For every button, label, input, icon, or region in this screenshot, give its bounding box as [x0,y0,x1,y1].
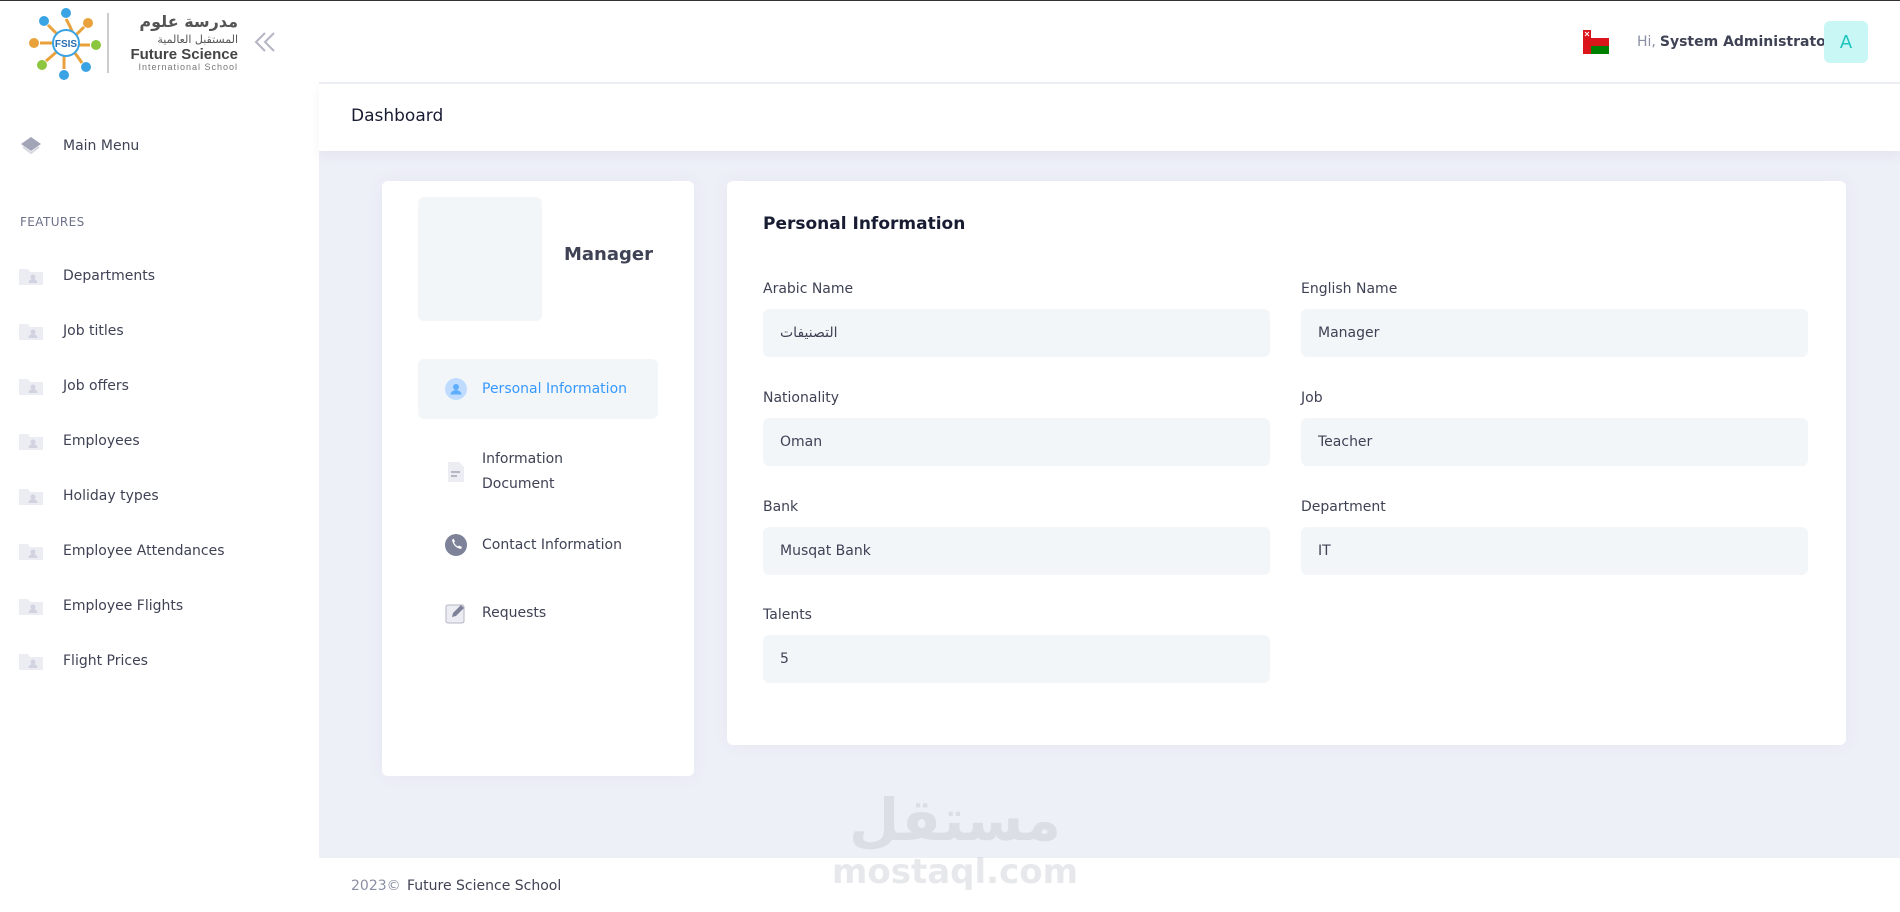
svg-text:المستقبل العالمية: المستقبل العالمية [157,33,238,46]
watermark: مستقل mostaql.com [830,780,1080,892]
profile-nav-contact-information[interactable]: Contact Information [418,521,658,569]
document-icon [444,460,468,484]
profile-nav-personal-information[interactable]: Personal Information [418,359,658,419]
svg-text:مدرسة علوم: مدرسة علوم [139,12,238,31]
page-title: Dashboard [351,106,444,126]
sidebar-item-job-offers[interactable]: Job offers [18,366,129,406]
personal-info-card: Personal Information Arabic Name التصنيف… [727,181,1846,745]
folder-user-icon [18,266,44,286]
profile-nav-label: Requests [482,604,547,621]
footer-link[interactable]: Future Science School [407,878,561,894]
user-name: System Administrator [1659,34,1833,50]
subheader: Dashboard [319,84,1900,151]
sidebar-item-main-menu[interactable]: Main Menu [18,126,139,166]
profile-name: Manager [564,244,653,265]
sidebar-item-label: Main Menu [63,138,140,154]
footer: 2023© Future Science School [319,858,1900,912]
phone-icon [444,533,468,557]
user-icon [444,377,468,401]
english-name-field[interactable]: Manager [1301,309,1808,357]
department-label: Department [1301,499,1386,515]
user-avatar[interactable]: A [1824,21,1868,63]
nationality-field[interactable]: Oman [763,418,1270,466]
bank-label: Bank [763,499,799,515]
svg-text:FSIS: FSIS [55,39,78,50]
footer-year: 2023© [351,878,401,894]
job-label: Job [1301,390,1323,406]
english-name-label: English Name [1301,281,1398,297]
sidebar-item-label: Job offers [63,378,129,394]
sidebar-item-flight-prices[interactable]: Flight Prices [18,641,148,681]
folder-user-icon [18,376,44,396]
arabic-name-field[interactable]: التصنيفات [763,309,1270,357]
topbar: Hi, System Administrator A [319,0,1900,83]
section-title-features: FEATURES [20,215,85,229]
svg-text:Future Science: Future Science [130,46,238,63]
profile-nav-label: Personal Information [482,380,628,397]
profile-card: Manager Personal Information Information… [382,181,694,776]
brand: FSIS مدرسة علوم المستقبل العالمية Future… [0,1,319,84]
edit-icon [444,601,468,625]
oman-flag-icon[interactable] [1583,30,1609,54]
sidebar-item-employee-flights[interactable]: Employee Flights [18,586,183,626]
sidebar-item-label: Departments [63,268,156,284]
profile-nav-information-document[interactable]: Information Document [418,441,658,503]
section-title: Personal Information [763,214,966,234]
user-greeting[interactable]: Hi, System Administrator [1637,34,1833,50]
svg-text:International School: International School [138,62,238,72]
bank-field[interactable]: Musqat Bank [763,527,1270,575]
watermark-text: mostaql.com [831,852,1079,892]
folder-user-icon [18,651,44,671]
layers-icon [18,136,44,156]
nationality-label: Nationality [763,390,840,406]
sidebar-item-label: Holiday types [63,488,159,504]
talents-field[interactable]: 5 [763,635,1270,683]
school-logo[interactable]: FSIS مدرسة علوم المستقبل العالمية Future… [28,5,242,81]
profile-nav-label: Contact Information [482,536,622,553]
sidebar-item-label: Employees [63,433,140,449]
svg-text:مستقل: مستقل [849,786,1061,852]
folder-user-icon [18,321,44,341]
folder-user-icon [18,541,44,561]
folder-user-icon [18,486,44,506]
sidebar-item-departments[interactable]: Departments [18,256,155,296]
sidebar-item-employees[interactable]: Employees [18,421,140,461]
profile-photo [418,197,542,321]
sidebar-item-label: Flight Prices [63,653,148,669]
sidebar-item-label: Employee Attendances [63,543,225,559]
sidebar-item-label: Employee Flights [63,598,184,614]
job-field[interactable]: Teacher [1301,418,1808,466]
sidebar-item-label: Job titles [63,323,124,339]
sidebar-item-job-titles[interactable]: Job titles [18,311,124,351]
sidebar-item-employee-attendances[interactable]: Employee Attendances [18,531,225,571]
collapse-sidebar-icon[interactable] [250,29,280,55]
department-field[interactable]: IT [1301,527,1808,575]
profile-nav-label: Information Document [482,451,564,492]
talents-label: Talents [763,607,812,623]
greeting-prefix: Hi, [1637,34,1656,50]
folder-user-icon [18,596,44,616]
watermark-logo: مستقل [849,786,1061,854]
profile-nav-requests[interactable]: Requests [418,589,658,637]
sidebar-item-holiday-types[interactable]: Holiday types [18,476,159,516]
folder-user-icon [18,431,44,451]
sidebar: FSIS مدرسة علوم المستقبل العالمية Future… [0,0,319,912]
arabic-name-label: Arabic Name [763,281,854,297]
